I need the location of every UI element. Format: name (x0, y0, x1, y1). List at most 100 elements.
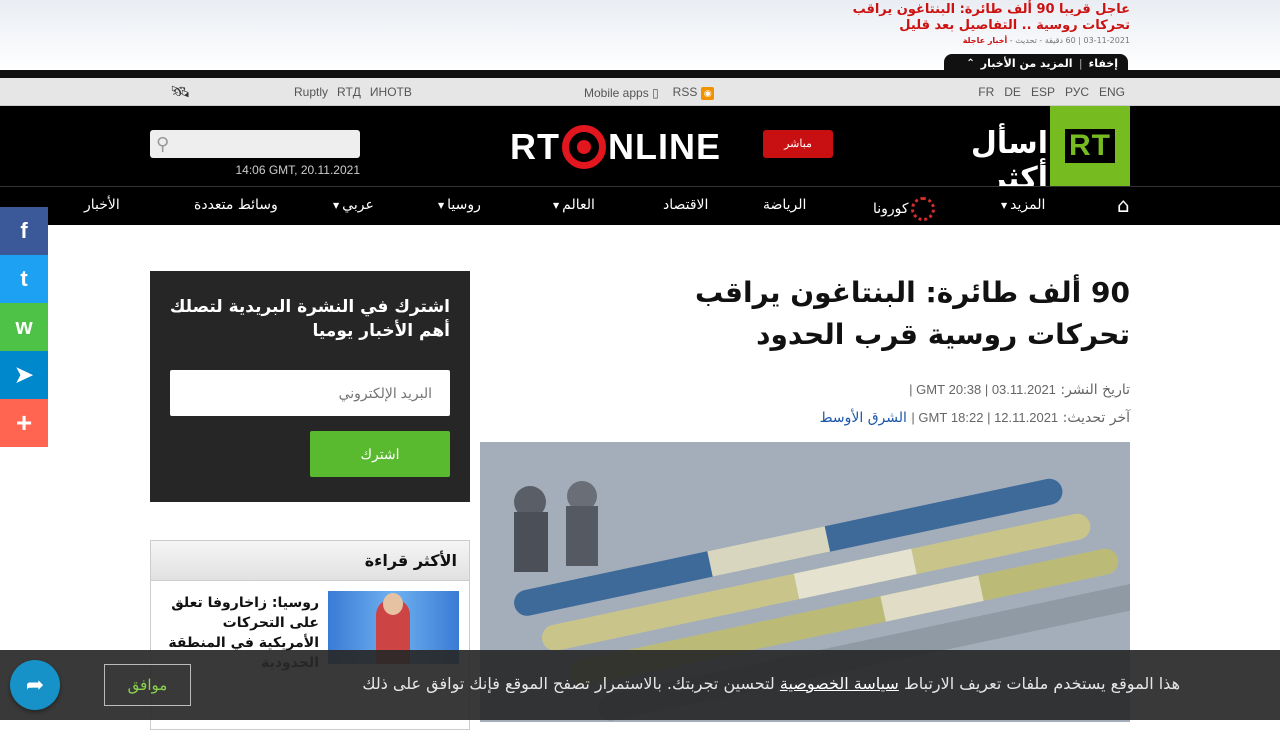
language-switcher: FR DE ESP РУС ENG (978, 85, 1125, 99)
nav-item-label: الرياضة (763, 197, 807, 213)
ticker-hide-button[interactable]: إخفاء (1089, 57, 1118, 70)
updated-label: آخر تحديث: (1062, 410, 1130, 426)
facebook-share-button[interactable]: f (0, 207, 48, 255)
lang-eng[interactable]: ENG (1099, 85, 1125, 99)
caret-down-icon: ▼ (438, 200, 445, 210)
headline-line1: 90 ألف طائرة: البنتاغون يراقب (695, 276, 1130, 309)
headline-line2: تحركات روسية قرب الحدود (756, 318, 1130, 351)
twitter-share-button[interactable]: t (0, 255, 48, 303)
rss-label: RSS (672, 85, 698, 99)
ticker-meta-tag: أخبار عاجلة (962, 36, 1008, 45)
lang-fr[interactable]: FR (978, 85, 994, 99)
plus-icon: + (15, 407, 33, 438)
chevron-up-icon[interactable]: ⌃ (966, 58, 974, 69)
newsletter-title: اشترك في النشرة البريدية لتصلك أهم الأخب… (169, 297, 450, 341)
ticker-meta: 03-11-2021 | 60 دقيقة - تحديث - أخبار عا… (962, 36, 1130, 45)
phone-icon: ▯ (652, 85, 659, 100)
telegram-icon: ➤ (14, 362, 34, 387)
nav-item-label: عربي (342, 197, 374, 213)
site-header: ⚲ 14:06 GMT, 20.11.2021 RT NLINE مباشر ا… (0, 106, 1280, 196)
partner-links: Ruptly RTД ИНОТВ (294, 85, 412, 99)
home-icon[interactable]: ⌂ (1117, 193, 1139, 217)
nav-item-arab[interactable]: ▼ عربي (333, 197, 374, 213)
privacy-policy-link[interactable]: سياسة الخصوصية (780, 674, 899, 693)
cookie-consent-bar: هذا الموقع يستخدم ملفات تعريف الارتباط س… (0, 650, 1280, 720)
nav-item-label: المزيد (1010, 197, 1046, 213)
nav-item-more[interactable]: ▼ المزيد (1001, 197, 1045, 213)
rt-logo[interactable]: RT (1050, 106, 1130, 186)
updated-meta: آخر تحديث: 12.11.2021 | 18:22 GMT | الشر… (480, 410, 1130, 426)
logo-text-rt: RT (510, 126, 560, 167)
search-icon[interactable]: ⚲ (156, 134, 176, 155)
nav-item-label: وسائط متعددة (194, 197, 278, 213)
cookie-text-before: هذا الموقع يستخدم ملفات تعريف الارتباط (903, 674, 1180, 693)
whatsapp-icon: w (15, 314, 33, 339)
rt-online-logo[interactable]: RT NLINE (510, 124, 721, 170)
published-label: تاريخ النشر: (1060, 382, 1130, 398)
caret-down-icon: ▼ (553, 200, 560, 210)
updated-timestamp: 12.11.2021 | 18:22 GMT | (911, 410, 1059, 425)
published-timestamp: 03.11.2021 | 20:38 GMT | (909, 382, 1056, 397)
mobile-apps-link[interactable]: Mobile apps ▯ (584, 86, 659, 100)
satellite-icon[interactable]: 🛰 (170, 82, 190, 102)
nav-item-russia[interactable]: ▼ روسيا (438, 197, 481, 213)
newsletter-email-input[interactable] (170, 370, 450, 416)
cookie-accept-button[interactable]: موافق (104, 664, 191, 706)
main-nav: ▼ المزيد كورونا الرياضة الاقتصاد ▼ العالم … (0, 186, 1280, 225)
article-headline: 90 ألف طائرة: البنتاغون يراقب تحركات روس… (480, 272, 1130, 356)
nav-item-sport[interactable]: الرياضة (763, 197, 806, 213)
ticker-headline-line2[interactable]: تحركات روسية .. التفاصيل بعد قليل (790, 18, 1130, 34)
ticker-more-button[interactable]: المزيد من الأخبار (981, 57, 1073, 70)
nav-item-corona[interactable]: كورونا (873, 197, 935, 221)
category-link[interactable]: الشرق الأوسط (820, 410, 907, 426)
telegram-share-button[interactable]: ➤ (0, 351, 48, 399)
mobile-apps-label: Mobile apps (584, 85, 649, 100)
utility-bar: 🛰 Ruptly RTД ИНОТВ Mobile apps ▯ RSS ◉ FR… (0, 78, 1280, 106)
nav-item-label: كورونا (873, 201, 909, 217)
rss-link[interactable]: RSS ◉ (673, 85, 715, 100)
apps-links: Mobile apps ▯ RSS ◉ (584, 85, 715, 100)
newsletter-box: اشترك في النشرة البريدية لتصلك أهم الأخب… (150, 271, 470, 502)
divider (0, 70, 1280, 78)
cookie-text-after: لتحسين تجربتك. بالاستمرار تصفح الموقع فإ… (362, 674, 775, 693)
nav-item-label: روسيا (447, 197, 481, 213)
rss-icon: ◉ (701, 87, 715, 100)
lang-rus[interactable]: РУС (1065, 85, 1089, 99)
rt-logo-text: RT (1065, 129, 1115, 163)
link-inotv[interactable]: ИНОТВ (370, 85, 412, 99)
whatsapp-share-button[interactable]: w (0, 303, 48, 351)
nav-item-economy[interactable]: الاقتصاد (663, 197, 708, 213)
breaking-news-ticker: عاجل قريبا 90 ألف طائرة: البنتاغون يراقب… (0, 0, 1280, 72)
newsletter-subscribe-button[interactable]: اشترك (310, 431, 450, 477)
nav-item-label: الأخبار (84, 197, 120, 213)
social-share-sidebar: f t w ➤ + (0, 207, 48, 447)
virus-icon (910, 197, 935, 221)
share-fab-button[interactable]: ➦ (10, 660, 60, 710)
live-button[interactable]: مباشر (763, 130, 833, 158)
cookie-text: هذا الموقع يستخدم ملفات تعريف الارتباط س… (210, 674, 1180, 693)
nav-item-world[interactable]: ▼ العالم (553, 197, 595, 213)
ticker-headline-line1[interactable]: عاجل قريبا 90 ألف طائرة: البنتاغون يراقب (790, 2, 1130, 18)
link-rtd[interactable]: RTД (337, 85, 361, 99)
link-ruptly[interactable]: Ruptly (294, 85, 328, 99)
current-date: 14:06 GMT, 20.11.2021 (235, 163, 360, 177)
nav-item-label: الاقتصاد (663, 197, 709, 213)
more-share-button[interactable]: + (0, 399, 48, 447)
ticker-content[interactable]: عاجل قريبا 90 ألف طائرة: البنتاغون يراقب… (790, 2, 1130, 45)
most-read-title: الأكثر قراءة (151, 541, 469, 581)
ticker-meta-date: 03-11-2021 | 60 دقيقة - تحديث (1015, 36, 1130, 45)
nav-item-multimedia[interactable]: وسائط متعددة (194, 197, 278, 213)
separator: | (1078, 56, 1083, 70)
nav-item-news[interactable]: الأخبار (84, 197, 120, 213)
lang-de[interactable]: DE (1004, 85, 1021, 99)
facebook-icon: f (20, 218, 28, 243)
twitter-icon: t (20, 266, 28, 291)
lang-esp[interactable]: ESP (1031, 85, 1055, 99)
search-input[interactable] (150, 130, 360, 158)
published-meta: تاريخ النشر: 03.11.2021 | 20:38 GMT | (480, 382, 1130, 398)
person-head (383, 593, 403, 615)
logo-text-nline: NLINE (608, 126, 721, 167)
caret-down-icon: ▼ (1001, 200, 1008, 210)
share-arrow-icon: ➦ (25, 672, 45, 698)
nav-item-label: العالم (562, 197, 595, 213)
